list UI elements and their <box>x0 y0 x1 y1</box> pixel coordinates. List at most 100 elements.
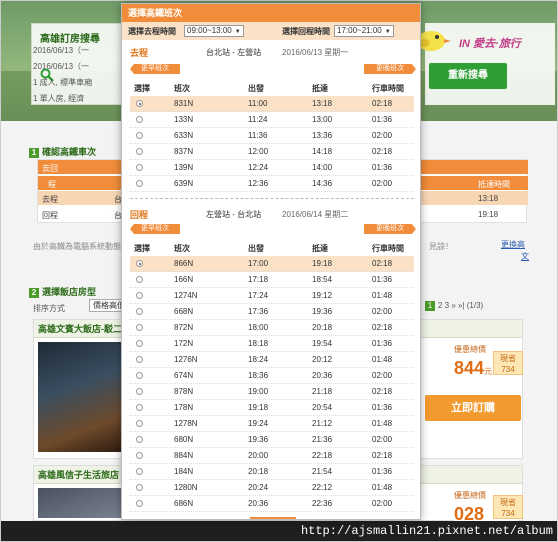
inbound-train-row[interactable]: 680N 19:36 21:36 02:00 <box>130 432 414 448</box>
train-radio[interactable] <box>136 452 143 459</box>
arrival-time: 22:36 <box>312 499 333 508</box>
inbound-date: 2016/06/14 星期二 <box>282 210 349 219</box>
departure-time: 12:00 <box>248 147 269 156</box>
inbound-train-row[interactable]: 1276N 18:24 20:12 01:48 <box>130 352 414 368</box>
inbound-train-row[interactable]: 1274N 17:24 19:12 01:48 <box>130 288 414 304</box>
inbound-earlier-button[interactable]: 更早班次 <box>130 224 180 234</box>
table-go-arrive: 13:18 <box>478 194 499 203</box>
train-radio[interactable] <box>136 100 143 107</box>
train-radio[interactable] <box>136 308 143 315</box>
depart-time-select[interactable]: 09:00~13:00 ▼ <box>184 25 244 37</box>
outbound-train-row[interactable]: 133N 11:24 13:00 01:36 <box>130 112 414 128</box>
page-current[interactable]: 1 <box>425 301 435 311</box>
inbound-route: 左營站 - 台北站 <box>206 210 262 219</box>
change-train-link[interactable]: 更換高 <box>501 239 525 250</box>
train-radio[interactable] <box>136 420 143 427</box>
book-now-button[interactable]: 立即訂購 <box>425 395 521 421</box>
train-radio[interactable] <box>136 388 143 395</box>
departure-time: 17:24 <box>248 291 269 300</box>
travel-duration: 02:18 <box>372 323 393 332</box>
departure-time: 18:36 <box>248 371 269 380</box>
inbound-train-row[interactable]: 668N 17:36 19:36 02:00 <box>130 304 414 320</box>
arrival-time: 20:54 <box>312 403 333 412</box>
departure-time: 18:18 <box>248 339 269 348</box>
train-radio[interactable] <box>136 276 143 283</box>
train-radio[interactable] <box>136 372 143 379</box>
time-filter-bar: 選擇去程時間 09:00~13:00 ▼ 選擇回程時間 17:00~21:00 ▼ <box>122 22 420 40</box>
departure-time: 20:36 <box>248 499 269 508</box>
travel-duration: 01:36 <box>372 275 393 284</box>
train-radio[interactable] <box>136 116 143 123</box>
arrival-time: 13:18 <box>312 99 333 108</box>
pagination: 12 3 » »| (1/3) <box>425 301 483 311</box>
travel-duration: 01:36 <box>372 163 393 172</box>
travel-duration: 02:00 <box>372 371 393 380</box>
train-radio[interactable] <box>136 324 143 331</box>
outbound-later-button[interactable]: 更晚班次 <box>364 64 416 74</box>
outbound-train-row[interactable]: 831N 11:00 13:18 02:18 <box>130 96 414 112</box>
inbound-train-row[interactable]: 1280N 20:24 22:12 01:48 <box>130 480 414 496</box>
disclaimer-tail: 見諒！ <box>429 242 453 251</box>
train-radio[interactable] <box>136 468 143 475</box>
hotel-photo[interactable] <box>38 342 124 452</box>
table-back-arrive: 19:18 <box>478 210 499 219</box>
train-number: 178N <box>174 403 194 412</box>
inbound-train-row[interactable]: 872N 18:00 20:18 02:18 <box>130 320 414 336</box>
train-radio[interactable] <box>136 404 143 411</box>
train-number: 1278N <box>174 419 198 428</box>
inbound-train-row[interactable]: 1278N 19:24 21:12 01:48 <box>130 416 414 432</box>
train-number: 686N <box>174 499 194 508</box>
train-radio[interactable] <box>136 500 143 507</box>
departure-time: 20:00 <box>248 451 269 460</box>
train-radio[interactable] <box>136 484 143 491</box>
train-number: 1280N <box>174 483 198 492</box>
inbound-train-row[interactable]: 172N 18:18 19:54 01:36 <box>130 336 414 352</box>
inbound-train-row[interactable]: 878N 19:00 21:18 02:18 <box>130 384 414 400</box>
arrival-time: 18:54 <box>312 275 333 284</box>
inbound-train-row[interactable]: 866N 17:00 19:18 02:18 <box>130 256 414 272</box>
train-radio[interactable] <box>136 340 143 347</box>
step2-number: 2 <box>29 288 39 298</box>
inbound-train-row[interactable]: 178N 19:18 20:54 01:36 <box>130 400 414 416</box>
train-number: 633N <box>174 131 194 140</box>
train-number: 1276N <box>174 355 198 364</box>
inbound-train-row[interactable]: 166N 17:18 18:54 01:36 <box>130 272 414 288</box>
research-button[interactable]: 重新搜尋 <box>429 63 507 89</box>
train-radio[interactable] <box>136 180 143 187</box>
outbound-train-row[interactable]: 139N 12:24 14:00 01:36 <box>130 160 414 176</box>
site-logo: IN 愛去·旅行 <box>411 21 551 61</box>
train-radio[interactable] <box>136 260 143 267</box>
train-radio[interactable] <box>136 436 143 443</box>
train-number: 837N <box>174 147 194 156</box>
page-links[interactable]: 2 3 » »| (1/3) <box>438 301 483 310</box>
outbound-earlier-button[interactable]: 更早班次 <box>130 64 180 74</box>
train-radio[interactable] <box>136 148 143 155</box>
train-radio[interactable] <box>136 292 143 299</box>
arrival-time: 21:12 <box>312 419 333 428</box>
outbound-train-row[interactable]: 639N 12:36 14:36 02:00 <box>130 176 414 192</box>
outbound-date: 2016/06/13 星期一 <box>282 48 349 57</box>
travel-duration: 01:36 <box>372 403 393 412</box>
search-summary-title: 高雄訂房搜尋 <box>40 34 100 45</box>
train-select-modal: 選擇高鐵班次 選擇去程時間 09:00~13:00 ▼ 選擇回程時間 17:00~… <box>121 3 421 520</box>
change-train-link-2[interactable]: 文 <box>521 251 529 262</box>
inbound-train-row[interactable]: 184N 20:18 21:54 01:36 <box>130 464 414 480</box>
travel-duration: 01:48 <box>372 291 393 300</box>
hotel-photo[interactable] <box>38 488 124 518</box>
inbound-train-row[interactable]: 884N 20:00 22:18 02:18 <box>130 448 414 464</box>
arrival-time: 21:36 <box>312 435 333 444</box>
train-radio[interactable] <box>136 164 143 171</box>
train-radio[interactable] <box>136 132 143 139</box>
confirm-button[interactable] <box>250 517 296 519</box>
travel-duration: 02:00 <box>372 499 393 508</box>
return-time-select[interactable]: 17:00~21:00 ▼ <box>334 25 394 37</box>
search-summary-line: 1 單人房, 經濟 <box>33 94 85 103</box>
outbound-train-row[interactable]: 633N 11:36 13:36 02:00 <box>130 128 414 144</box>
inbound-later-button[interactable]: 更晚班次 <box>364 224 416 234</box>
train-radio[interactable] <box>136 356 143 363</box>
arrival-time: 14:18 <box>312 147 333 156</box>
inbound-train-row[interactable]: 674N 18:36 20:36 02:00 <box>130 368 414 384</box>
departure-time: 12:24 <box>248 163 269 172</box>
outbound-train-row[interactable]: 837N 12:00 14:18 02:18 <box>130 144 414 160</box>
inbound-train-row[interactable]: 686N 20:36 22:36 02:00 <box>130 496 414 512</box>
